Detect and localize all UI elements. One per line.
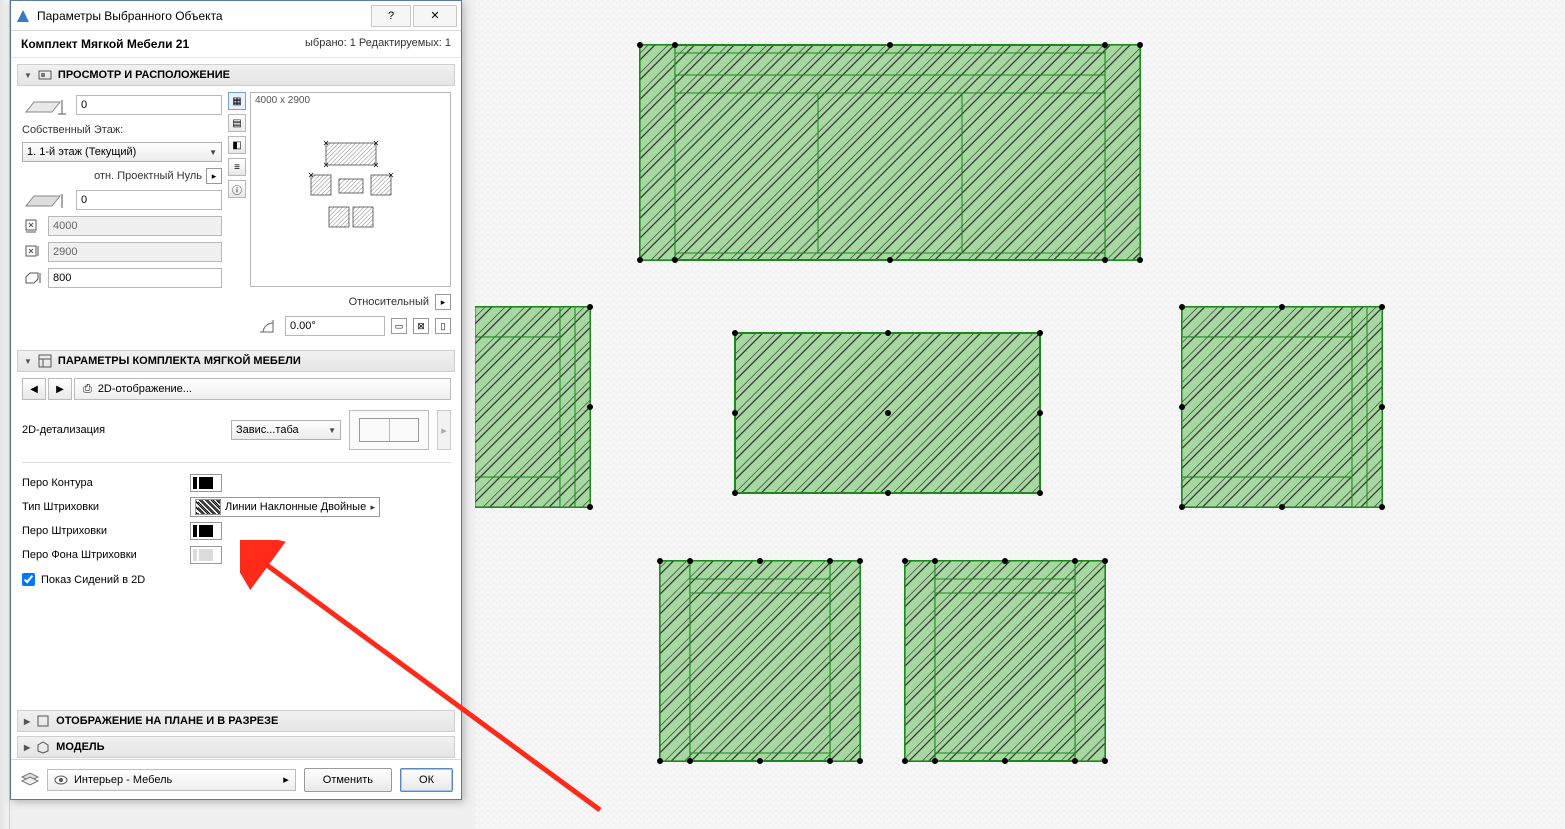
- relative-label: Относительный: [349, 296, 429, 308]
- chevron-right-icon: ▶: [24, 743, 30, 752]
- preview-mode-info[interactable]: ⓘ: [228, 180, 246, 198]
- tab-icon: ⎙: [83, 383, 92, 396]
- show-seats-label: Показ Сидений в 2D: [41, 574, 145, 586]
- contour-pen-label: Перо Контура: [22, 477, 182, 489]
- elev-bottom-input[interactable]: 0: [76, 190, 222, 210]
- preview-icon: [38, 68, 52, 82]
- detail-label: 2D-детализация: [22, 424, 223, 436]
- armchair-bottom-right[interactable]: [902, 558, 1108, 764]
- hatch-bg-pen-label: Перо Фона Штриховки: [22, 549, 182, 561]
- preview-mode-3d[interactable]: ◧: [228, 136, 246, 154]
- armchair-right[interactable]: [1179, 304, 1385, 510]
- titlebar: Параметры Выбранного Объекта ? ✕: [11, 1, 461, 31]
- angle-icon: [257, 316, 279, 336]
- section-title: ОТОБРАЖЕНИЕ НА ПЛАНЕ И В РАЗРЕЗЕ: [56, 715, 278, 727]
- relative-popup[interactable]: ▸: [435, 294, 451, 310]
- tab-current[interactable]: ⎙ 2D-отображение...: [74, 378, 451, 400]
- settings-dialog: Параметры Выбранного Объекта ? ✕ Комплек…: [10, 0, 462, 800]
- detail-dropdown[interactable]: Завис...таба▼: [231, 420, 341, 440]
- dialog-footer: Интерьер - Мебель ▸ Отменить ОК: [11, 759, 461, 799]
- home-story-dropdown[interactable]: 1. 1-й этаж (Текущий)▼: [22, 142, 222, 162]
- dim-c-icon: [22, 269, 44, 287]
- hatch-pen-label: Перо Штриховки: [22, 525, 182, 537]
- hatch-swatch: [195, 499, 221, 515]
- sofa-top[interactable]: [637, 42, 1143, 263]
- preview-mode-list[interactable]: ≡: [228, 158, 246, 176]
- section-model-header[interactable]: ▶ МОДЕЛЬ: [17, 736, 455, 758]
- plan-icon: [36, 714, 50, 728]
- dim-a-icon: [22, 218, 44, 234]
- angle-input[interactable]: 0.00°: [285, 316, 385, 336]
- hatch-pen-picker[interactable]: [190, 522, 222, 540]
- mini-plan-svg: [281, 137, 421, 257]
- drawing-canvas[interactable]: [475, 0, 1565, 829]
- section-sofa-header[interactable]: ▼ ПАРАМЕТРЫ КОМПЛЕКТА МЯГКОЙ МЕБЕЛИ: [17, 350, 455, 372]
- chevron-right-icon: ▸: [366, 502, 379, 513]
- preview-dims: 4000 x 2900: [251, 93, 450, 108]
- preview-mode-2d[interactable]: ▦: [228, 92, 246, 110]
- home-story-label: Собственный Этаж:: [22, 124, 222, 136]
- rel-zero-label: отн. Проектный Нуль: [94, 170, 202, 182]
- host-app-sidebar: [0, 0, 10, 829]
- tab-next-button[interactable]: ▶: [48, 378, 72, 400]
- detail-preview: [349, 410, 429, 450]
- mirror-h-button[interactable]: ▭: [391, 318, 407, 334]
- chevron-down-icon: ▼: [24, 357, 32, 366]
- armchair-left[interactable]: [475, 304, 593, 510]
- chevron-down-icon: ▼: [209, 148, 217, 157]
- selection-info: ыбрано: 1 Редактируемых: 1: [305, 37, 451, 51]
- ok-button[interactable]: ОК: [400, 768, 453, 792]
- elev-top-input[interactable]: 0: [76, 95, 222, 115]
- chevron-right-icon: ▶: [24, 717, 30, 726]
- detail-next[interactable]: ▸: [437, 410, 451, 450]
- layer-dropdown[interactable]: Интерьер - Мебель ▸: [47, 769, 296, 791]
- subheader: Комплект Мягкой Мебели 21 ыбрано: 1 Реда…: [11, 31, 461, 58]
- dim-a-input[interactable]: 4000: [48, 216, 222, 236]
- object-name: Комплект Мягкой Мебели 21: [21, 37, 189, 51]
- elev-top-icon: [22, 92, 72, 118]
- contour-pen-picker[interactable]: [190, 474, 222, 492]
- elev-bottom-icon: [22, 190, 72, 210]
- chevron-down-icon: ▼: [24, 71, 32, 80]
- chevron-down-icon: ▼: [328, 426, 336, 435]
- dim-c-input[interactable]: 800: [48, 268, 222, 288]
- mirror-x-button[interactable]: ⊠: [413, 318, 429, 334]
- hatch-bg-pen-picker[interactable]: [190, 546, 222, 564]
- dim-b-input[interactable]: 2900: [48, 242, 222, 262]
- eye-icon: [54, 774, 68, 786]
- cancel-button[interactable]: Отменить: [304, 768, 392, 792]
- section-title: ПАРАМЕТРЫ КОМПЛЕКТА МЯГКОЙ МЕБЕЛИ: [58, 355, 301, 367]
- coffee-table[interactable]: [732, 330, 1043, 496]
- preview-box: 4000 x 2900: [250, 92, 451, 287]
- section-title: МОДЕЛЬ: [56, 741, 104, 753]
- app-icon: [15, 8, 31, 24]
- close-button[interactable]: ✕: [413, 5, 457, 27]
- model-icon: [36, 740, 50, 754]
- params-icon: [38, 354, 52, 368]
- armchair-bottom-left[interactable]: [657, 558, 863, 764]
- mirror-v-button[interactable]: ▯: [435, 318, 451, 334]
- preview-mode-elev[interactable]: ▤: [228, 114, 246, 132]
- section-plan-header[interactable]: ▶ ОТОБРАЖЕНИЕ НА ПЛАНЕ И В РАЗРЕЗЕ: [17, 710, 455, 732]
- hatch-type-dropdown[interactable]: Линии Наклонные Двойные ▸: [190, 497, 380, 517]
- layer-icon: [19, 771, 41, 789]
- section-title: ПРОСМОТР И РАСПОЛОЖЕНИЕ: [58, 69, 230, 81]
- chevron-down-icon: ▸: [283, 773, 289, 786]
- help-button[interactable]: ?: [371, 5, 411, 27]
- hatch-type-label: Тип Штриховки: [22, 501, 182, 513]
- dim-b-icon: [22, 244, 44, 260]
- tab-prev-button[interactable]: ◀: [22, 378, 46, 400]
- window-title: Параметры Выбранного Объекта: [37, 9, 369, 23]
- show-seats-checkbox[interactable]: [22, 573, 35, 586]
- section-preview-header[interactable]: ▼ ПРОСМОТР И РАСПОЛОЖЕНИЕ: [17, 64, 455, 86]
- preview-mode-column: ▦ ▤ ◧ ≡ ⓘ: [228, 92, 246, 288]
- rel-zero-popup[interactable]: ▸: [206, 168, 222, 184]
